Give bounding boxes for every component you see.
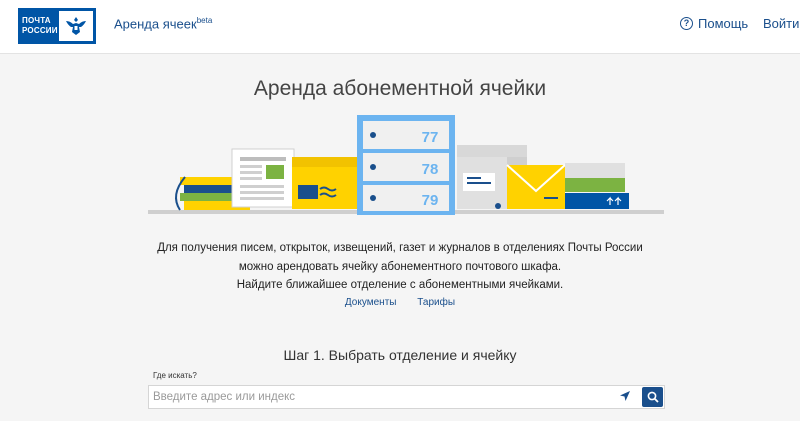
- search-label: Где искать?: [153, 371, 197, 380]
- logo-line-2: РОССИИ: [22, 26, 58, 35]
- post-office-illustration: 77 78 79: [148, 115, 664, 215]
- box-number-79: 79: [422, 192, 439, 209]
- description: Для получения писем, открыток, извещений…: [0, 239, 800, 295]
- newspaper-icon: [231, 148, 295, 208]
- search-input[interactable]: [153, 389, 603, 405]
- magnifier-icon: [647, 391, 659, 403]
- yellow-parcel-icon: [292, 157, 360, 209]
- login-link[interactable]: Войти: [763, 16, 799, 31]
- po-box-cabinet-icon: 77 78 79: [357, 115, 455, 215]
- documents-link[interactable]: Документы: [345, 297, 397, 308]
- tariffs-link[interactable]: Тарифы: [417, 297, 455, 308]
- stacked-boxes-icon: [565, 163, 629, 209]
- question-circle-icon: ?: [680, 17, 693, 30]
- step-title: Шаг 1. Выбрать отделение и ячейку: [283, 347, 517, 363]
- navigation-arrow-icon[interactable]: [619, 390, 631, 402]
- top-header: ПОЧТА РОССИИ Аренда ячеекbeta ? Помощь В…: [0, 0, 800, 54]
- help-link[interactable]: ? Помощь: [680, 16, 748, 31]
- search-field: [148, 385, 665, 409]
- description-line: Для получения писем, открыток, извещений…: [157, 242, 643, 254]
- search-button[interactable]: [642, 387, 663, 407]
- eagle-emblem-icon: [59, 11, 93, 41]
- box-number-77: 77: [422, 129, 439, 146]
- box-number-78: 78: [422, 161, 439, 178]
- beta-badge: beta: [196, 16, 213, 25]
- page-title: Аренда абонементной ячейки: [253, 77, 547, 100]
- logo-text: ПОЧТА РОССИИ: [18, 8, 59, 44]
- help-label: Помощь: [698, 16, 749, 31]
- envelope-icon: [506, 164, 566, 209]
- russian-post-logo[interactable]: ПОЧТА РОССИИ: [18, 8, 96, 44]
- logo-line-1: ПОЧТА: [22, 16, 51, 25]
- app-title[interactable]: Аренда ячеекbeta: [114, 16, 212, 31]
- description-line: можно арендовать ячейку абонементного по…: [238, 260, 562, 273]
- description-line: Найдите ближайшее отделение с абонементн…: [236, 279, 564, 291]
- app-title-text: Аренда ячеек: [114, 16, 197, 32]
- info-links: Документы Тарифы: [0, 297, 800, 308]
